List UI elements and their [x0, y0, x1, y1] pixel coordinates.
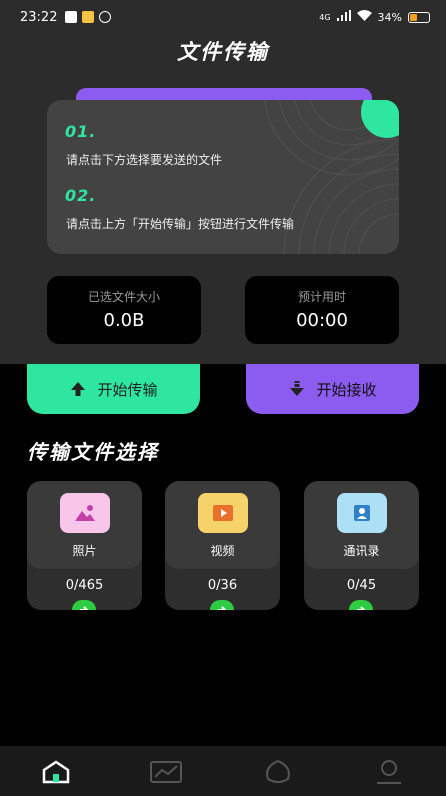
- network-type: 4G: [319, 12, 331, 22]
- selected-size-label: 已选文件大小: [87, 290, 160, 304]
- arrow-right-icon[interactable]: [210, 600, 234, 610]
- page-title: 文件传输: [177, 40, 269, 64]
- battery-icon: [408, 11, 430, 23]
- step-2-text: 请点击上方「开始传输」按钮进行文件传输: [66, 217, 295, 231]
- selected-size-box: 已选文件大小 0.0B: [47, 276, 201, 344]
- app-notification-icon: [65, 11, 78, 23]
- profile-icon[interactable]: [371, 756, 407, 788]
- selected-size-value: 0.0B: [103, 310, 145, 331]
- chart-icon[interactable]: [148, 756, 184, 788]
- step-1-number: 01.: [65, 122, 97, 141]
- download-arrow-icon: [288, 380, 306, 398]
- arrow-right-icon[interactable]: [72, 600, 96, 610]
- file-type-contacts[interactable]: 通讯录 0/45: [304, 481, 419, 610]
- file-type-count: 0/465: [65, 578, 104, 593]
- status-time: 23:22: [20, 9, 58, 25]
- start-receive-label: 开始接收: [316, 380, 377, 399]
- file-type-name: 照片: [72, 544, 97, 558]
- estimated-time-value: 00:00: [296, 310, 348, 331]
- signal-icon: [336, 10, 351, 24]
- file-type-name: 视频: [210, 544, 235, 558]
- estimated-time-box: 预计用时 00:00: [245, 276, 399, 344]
- status-bar: 23:22 4G 34%: [0, 0, 446, 34]
- section-title: 传输文件选择: [27, 440, 159, 464]
- sync-notification-icon: [99, 11, 112, 23]
- estimated-time-label: 预计用时: [297, 290, 346, 304]
- start-transfer-label: 开始传输: [97, 380, 158, 399]
- battery-percent: 34%: [377, 10, 402, 24]
- file-type-count: 0/45: [346, 578, 377, 593]
- video-icon: [198, 493, 248, 533]
- wifi-icon: [356, 10, 372, 24]
- photo-icon: [60, 493, 110, 533]
- file-type-videos[interactable]: 视频 0/36: [165, 481, 280, 610]
- file-type-photos[interactable]: 照片 0/465: [27, 481, 142, 610]
- file-type-count: 0/36: [207, 578, 238, 593]
- bottom-navigation: [0, 746, 446, 796]
- start-receive-button[interactable]: 开始接收: [246, 364, 419, 414]
- file-type-name: 通讯录: [343, 544, 380, 558]
- arrow-right-icon[interactable]: [349, 600, 373, 610]
- home-icon[interactable]: [38, 756, 74, 788]
- contacts-icon: [337, 493, 387, 533]
- step-2-number: 02.: [65, 186, 97, 205]
- leaf-icon[interactable]: [260, 756, 296, 788]
- message-notification-icon: [82, 11, 95, 23]
- step-1-text: 请点击下方选择要发送的文件: [66, 153, 223, 167]
- instruction-card: 01. 请点击下方选择要发送的文件 02. 请点击上方「开始传输」按钮进行文件传…: [47, 100, 399, 254]
- upload-arrow-icon: [69, 380, 87, 398]
- start-transfer-button[interactable]: 开始传输: [27, 364, 200, 414]
